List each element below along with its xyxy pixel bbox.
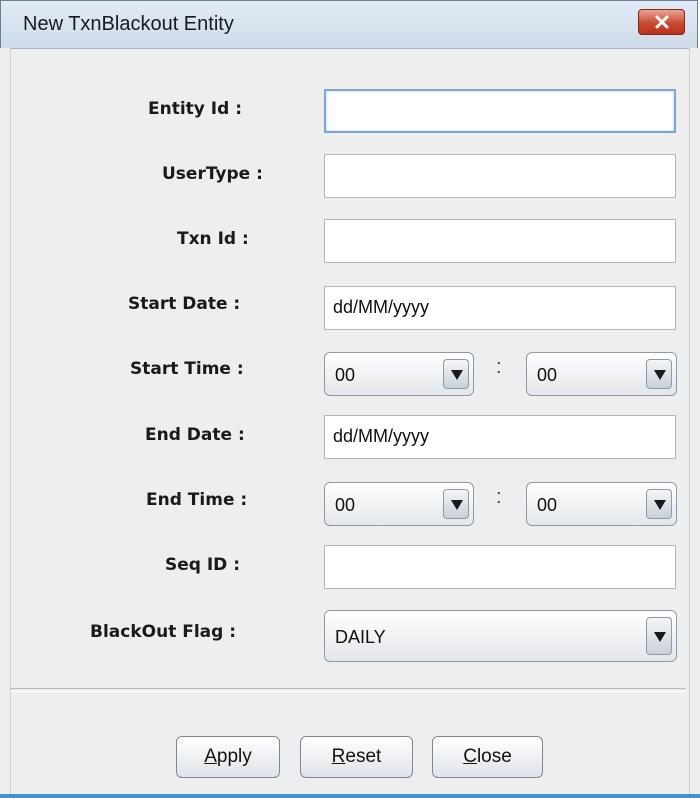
end-time-separator: : — [496, 486, 502, 508]
user-type-label: UserType : — [162, 164, 263, 184]
seq-id-field[interactable] — [324, 545, 676, 589]
start-time-separator: : — [496, 356, 502, 378]
end-minute-value: 00 — [537, 495, 558, 515]
window-title: New TxnBlackout Entity — [23, 13, 234, 35]
apply-button[interactable]: Apply — [176, 736, 280, 778]
start-hour-dropdown-button[interactable] — [443, 359, 469, 389]
apply-mnemonic: A — [204, 746, 217, 767]
right-frame-border — [689, 48, 700, 796]
chevron-down-icon — [451, 370, 463, 380]
chevron-down-icon — [451, 500, 463, 510]
reset-button[interactable]: Reset — [300, 736, 413, 778]
apply-label-rest: pply — [216, 746, 252, 767]
form-separator — [10, 688, 686, 692]
entity-id-field[interactable] — [324, 89, 676, 133]
end-date-label: End Date : — [145, 425, 245, 445]
start-time-label: Start Time : — [130, 359, 244, 379]
txn-id-field[interactable] — [324, 219, 676, 263]
end-date-field[interactable]: dd/MM/yyyy — [324, 415, 676, 459]
close-mnemonic: C — [463, 746, 477, 767]
start-hour-select[interactable]: 00 — [324, 352, 474, 396]
end-time-label: End Time : — [146, 490, 248, 510]
window-close-button[interactable] — [638, 9, 685, 35]
title-bar: New TxnBlackout Entity — [1, 1, 697, 49]
close-x-icon — [655, 15, 669, 29]
end-minute-select[interactable]: 00 — [526, 482, 677, 526]
start-minute-select[interactable]: 00 — [526, 352, 677, 396]
seq-id-label: Seq ID : — [165, 555, 241, 575]
start-minute-dropdown-button[interactable] — [646, 359, 672, 389]
txn-id-label: Txn Id : — [177, 229, 249, 249]
start-date-label: Start Date : — [128, 294, 241, 314]
blackout-flag-dropdown-button[interactable] — [646, 617, 672, 655]
chevron-down-icon — [654, 632, 666, 642]
end-hour-value: 00 — [335, 495, 356, 515]
end-minute-dropdown-button[interactable] — [646, 489, 672, 519]
user-type-field[interactable] — [324, 154, 676, 198]
chevron-down-icon — [654, 370, 666, 380]
reset-mnemonic: R — [331, 746, 346, 767]
start-hour-value: 00 — [335, 365, 356, 385]
end-hour-dropdown-button[interactable] — [443, 489, 469, 519]
close-label-rest: lose — [476, 746, 512, 767]
entity-id-label: Entity Id : — [148, 99, 243, 119]
close-button[interactable]: Close — [432, 736, 543, 778]
blackout-flag-value: DAILY — [335, 627, 386, 647]
blackout-flag-select[interactable]: DAILY — [324, 610, 677, 662]
start-minute-value: 00 — [537, 365, 558, 385]
window-bottom-accent — [0, 794, 700, 798]
chevron-down-icon — [654, 500, 666, 510]
left-frame-border — [0, 48, 11, 796]
start-date-field[interactable]: dd/MM/yyyy — [324, 286, 676, 330]
blackout-flag-label: BlackOut Flag : — [90, 622, 237, 642]
reset-label-rest: eset — [345, 746, 382, 767]
end-hour-select[interactable]: 00 — [324, 482, 474, 526]
